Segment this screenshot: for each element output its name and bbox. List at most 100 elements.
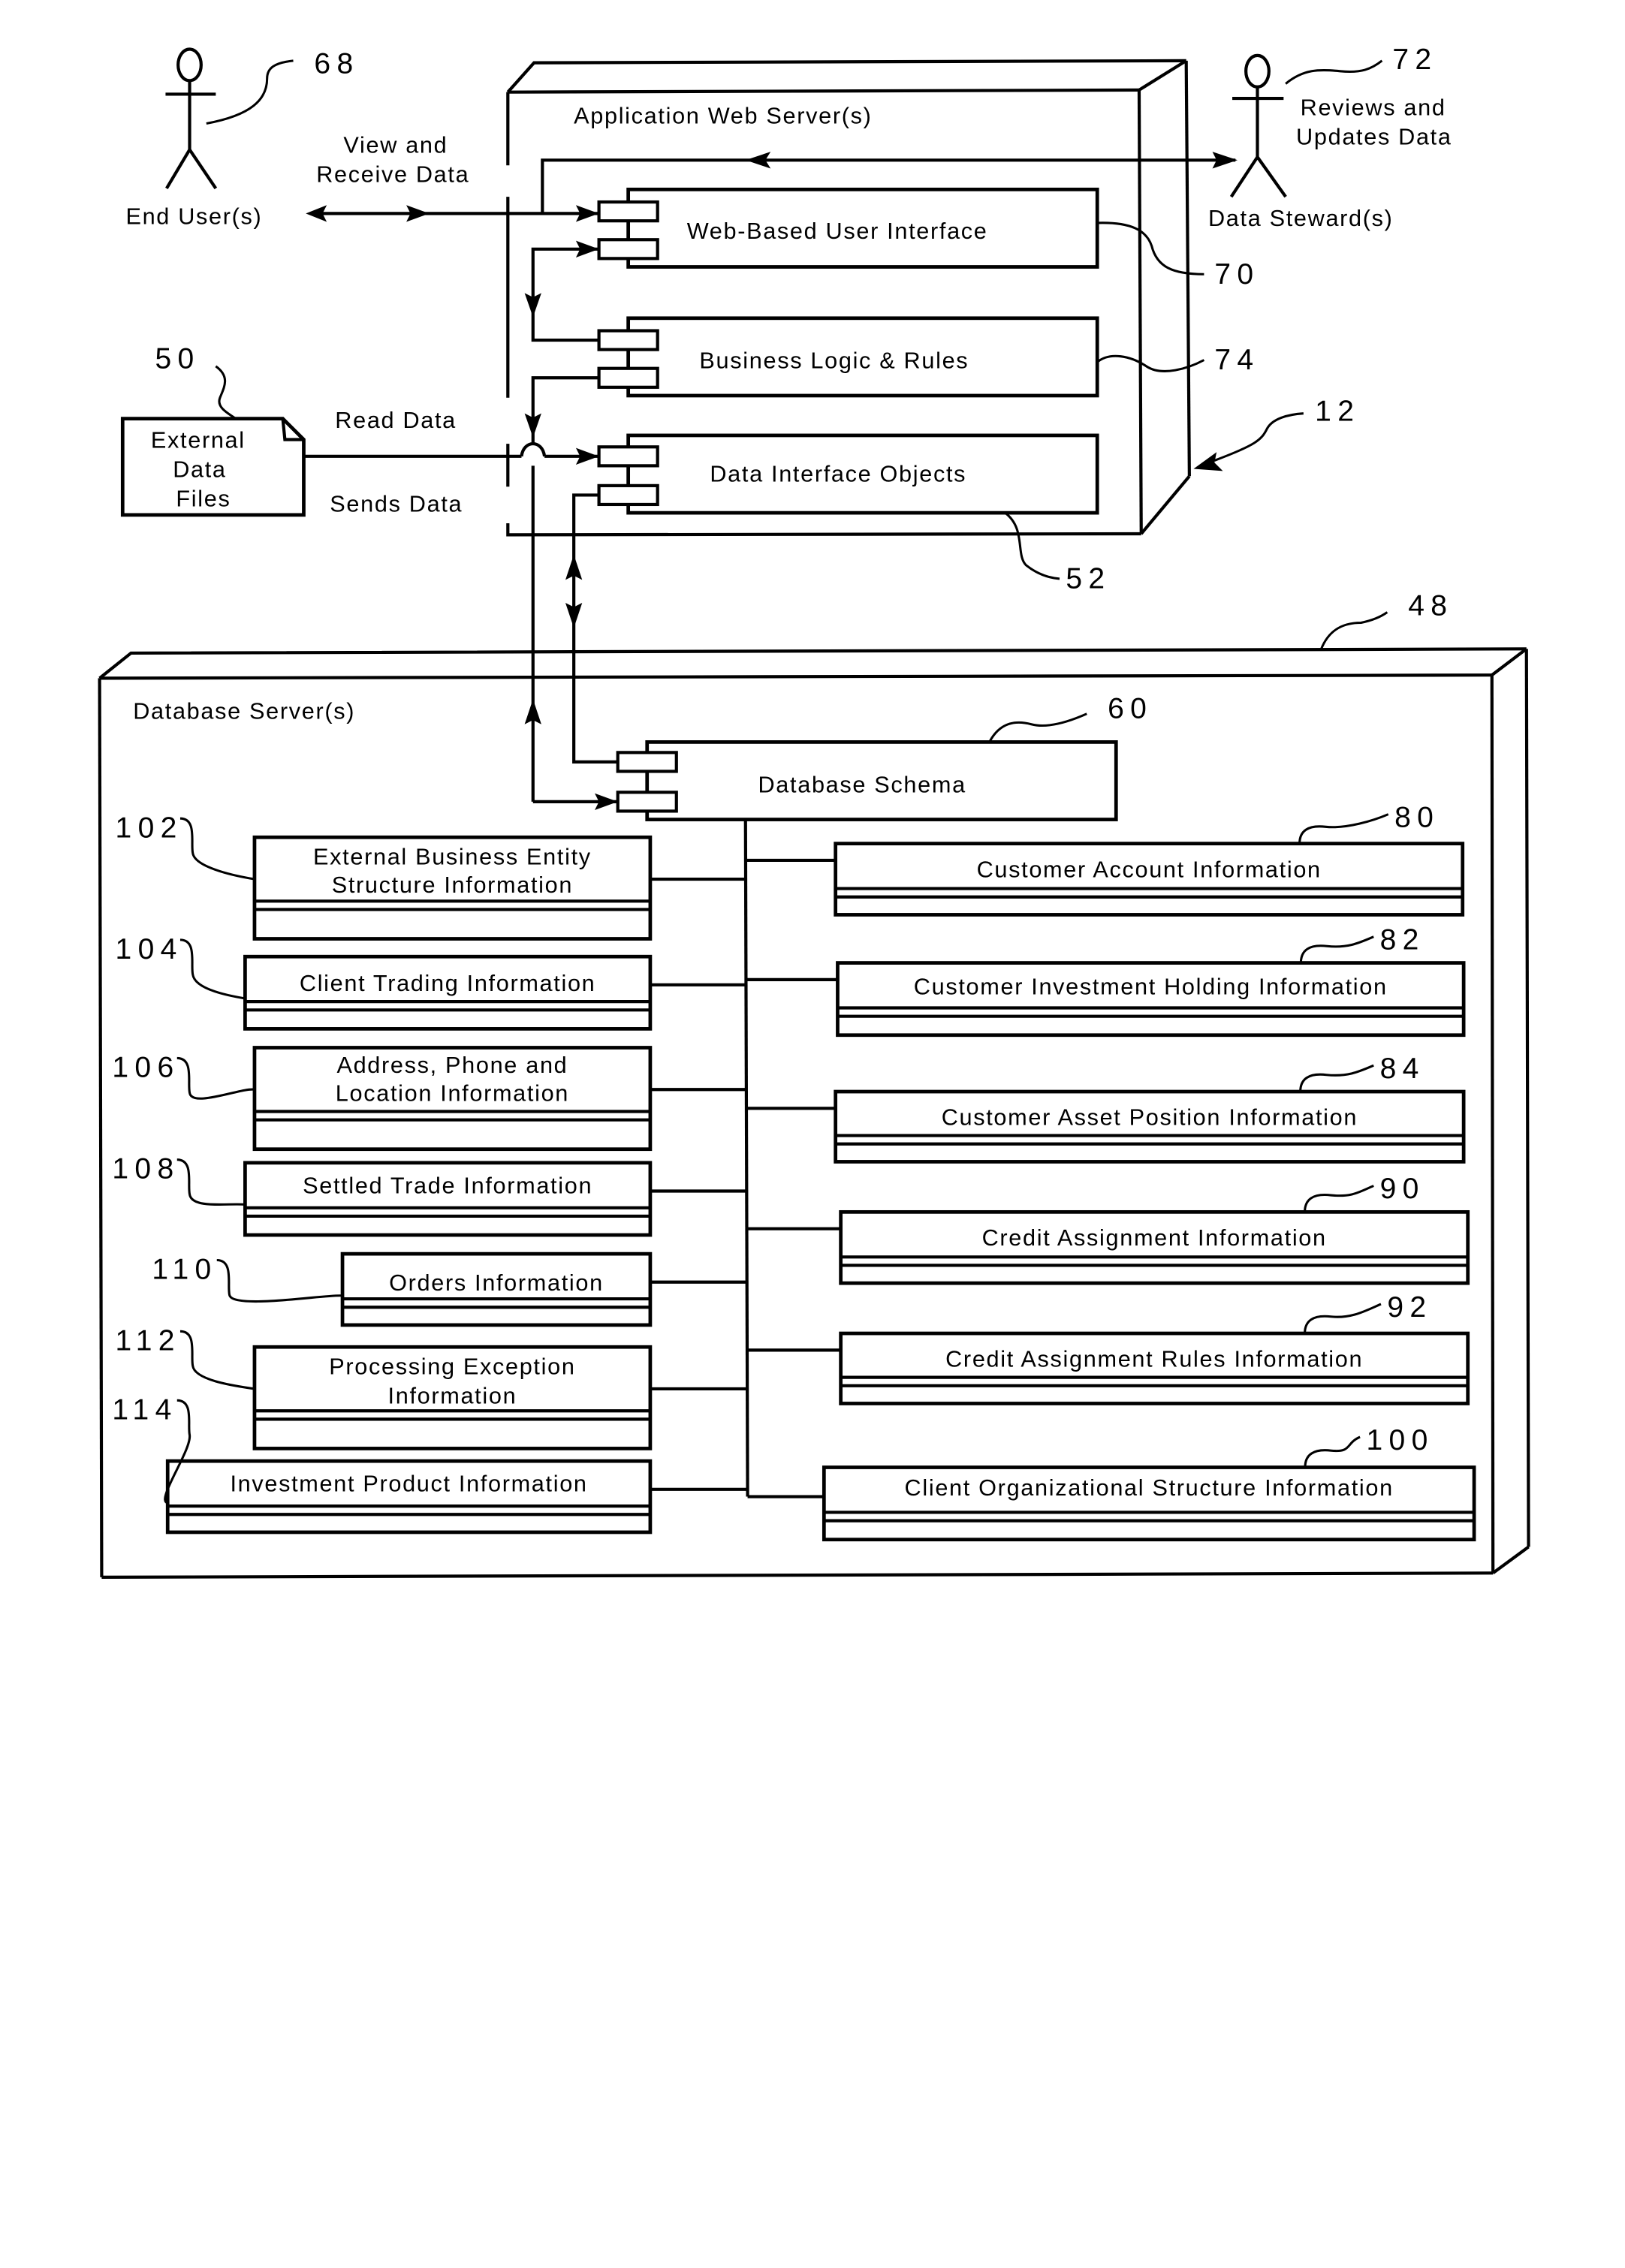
ref-72: 72 xyxy=(1392,44,1437,76)
table-label: Client Organizational Structure Informat… xyxy=(905,1475,1394,1501)
table-label: Customer Account Information xyxy=(977,857,1322,882)
port-icon xyxy=(597,445,659,468)
db-server-back-right xyxy=(1524,649,1530,1547)
line-hop xyxy=(520,442,547,457)
db-server-bottom-right-edge xyxy=(1491,1545,1530,1575)
db-server-front-bottom xyxy=(101,1571,1494,1579)
leader-line xyxy=(206,59,294,125)
table-label: Credit Assignment Information xyxy=(982,1225,1327,1251)
component-database-schema[interactable]: Database Schema 60 xyxy=(616,692,1153,821)
port-icon xyxy=(597,329,659,351)
external-files-line-1: External xyxy=(151,428,246,453)
table-106[interactable]: Address, Phone and Location Information 10… xyxy=(112,1046,747,1152)
table-110[interactable]: Orders Information 110 xyxy=(152,1251,747,1327)
leader-line xyxy=(1004,511,1060,580)
ref-90: 90 xyxy=(1380,1173,1425,1205)
app-server-label: Application Web Server(s) xyxy=(574,104,872,129)
db-server-top-right-edge xyxy=(1491,647,1528,676)
leader-line xyxy=(176,1056,255,1100)
leader-line xyxy=(1304,1185,1374,1212)
leader-line xyxy=(215,365,237,420)
table-label: Investment Product Information xyxy=(230,1471,587,1497)
leader-line xyxy=(1299,1064,1374,1092)
ref-108: 108 xyxy=(112,1153,179,1185)
ref-110: 110 xyxy=(152,1254,217,1286)
data-steward-label: Data Steward(s) xyxy=(1208,206,1394,231)
table-label: Settled Trade Information xyxy=(303,1173,592,1198)
ref-84: 84 xyxy=(1380,1053,1425,1085)
table-102[interactable]: External Business EntityStructure Inform… xyxy=(116,812,747,941)
component-business-logic[interactable]: Business Logic & Rules xyxy=(597,316,1099,398)
app-server-bottom-right-edge xyxy=(1140,474,1191,535)
ref-82: 82 xyxy=(1380,923,1425,956)
table-label: External Business Entity xyxy=(313,845,592,870)
table-label: Location Information xyxy=(336,1081,569,1107)
logic-to-schema-line-upper xyxy=(531,376,599,445)
app-server-front-top xyxy=(508,88,1139,94)
stick-figure-icon xyxy=(165,47,218,190)
read-data-label: Read Data xyxy=(335,408,457,433)
ref-74: 74 xyxy=(1214,344,1259,376)
data-steward-note-2: Updates Data xyxy=(1296,124,1452,149)
table-104[interactable]: Client Trading Information 104 xyxy=(116,933,747,1031)
table-82[interactable]: Customer Investment Holding Information 8… xyxy=(746,923,1466,1038)
ref-104: 104 xyxy=(116,933,183,965)
leader-line xyxy=(988,712,1087,743)
table-label: Structure Information xyxy=(332,872,573,898)
deployment-diagram: Application Web Server(s) Web-Based User… xyxy=(98,44,1530,1579)
leader-line xyxy=(179,938,246,1000)
ref-52: 52 xyxy=(1066,562,1111,595)
ref-12: 12 xyxy=(1315,395,1360,427)
port-icon xyxy=(616,791,678,813)
leader-line xyxy=(1304,1435,1361,1468)
data-steward-note-1: Reviews and xyxy=(1301,95,1446,120)
leader-line xyxy=(1299,935,1374,963)
leader-line xyxy=(1298,813,1389,844)
leader-line xyxy=(1213,412,1304,462)
web-ui-label: Web-Based User Interface xyxy=(687,218,988,244)
data-steward-actor: Data Steward(s) Reviews and Updates Data… xyxy=(1208,44,1452,231)
data-interface-label: Data Interface Objects xyxy=(710,461,966,486)
port-icon xyxy=(597,238,659,261)
ref-106: 106 xyxy=(112,1052,179,1084)
ref-100: 100 xyxy=(1366,1424,1434,1456)
table-label: Information xyxy=(388,1383,517,1408)
ref-70: 70 xyxy=(1214,258,1259,291)
table-label: Orders Information xyxy=(389,1270,604,1296)
ref-48: 48 xyxy=(1408,590,1453,622)
ref-112: 112 xyxy=(116,1324,181,1357)
leader-line xyxy=(1285,59,1383,85)
port-icon xyxy=(597,366,659,389)
business-logic-label: Business Logic & Rules xyxy=(699,348,969,374)
ref-50: 50 xyxy=(155,343,200,375)
db-server-front-right xyxy=(1490,675,1495,1574)
ref-68: 68 xyxy=(314,48,359,80)
table-92[interactable]: Credit Assignment Rules Information 92 xyxy=(746,1291,1470,1405)
table-84[interactable]: Customer Asset Position Information 84 xyxy=(746,1053,1466,1164)
app-server-top-right-edge xyxy=(1138,59,1187,92)
port-icon xyxy=(597,200,659,223)
leader-line xyxy=(179,1330,255,1390)
leader-line xyxy=(1320,611,1388,649)
end-user-label: End User(s) xyxy=(125,203,262,229)
table-108[interactable]: Settled Trade Information 108 xyxy=(112,1153,747,1237)
external-files-line-3: Files xyxy=(176,486,231,512)
ref-80: 80 xyxy=(1394,801,1440,833)
leader-line xyxy=(179,817,255,881)
app-server-front-right xyxy=(1137,89,1143,534)
table-label: Customer Investment Holding Information xyxy=(914,974,1388,999)
db-server-label: Database Server(s) xyxy=(133,699,355,724)
table-112[interactable]: Processing Exception Information 112 xyxy=(116,1324,747,1450)
table-100[interactable]: Client Organizational Structure Informat… xyxy=(747,1424,1476,1542)
table-90[interactable]: Credit Assignment Information 90 xyxy=(746,1173,1470,1285)
component-data-interface[interactable]: Data Interface Objects xyxy=(597,433,1099,515)
component-web-ui[interactable]: Web-Based User Interface xyxy=(597,187,1099,269)
schema-bus-line xyxy=(743,819,749,1497)
schema-label: Database Schema xyxy=(758,772,966,797)
view-label-1: View and xyxy=(343,133,448,158)
table-label: Processing Exception xyxy=(329,1354,575,1379)
leader-line xyxy=(1304,1303,1382,1334)
port-icon xyxy=(597,483,659,507)
external-data-files[interactable]: External Data Files 50 xyxy=(120,343,306,517)
table-label: Address, Phone and xyxy=(336,1053,568,1078)
